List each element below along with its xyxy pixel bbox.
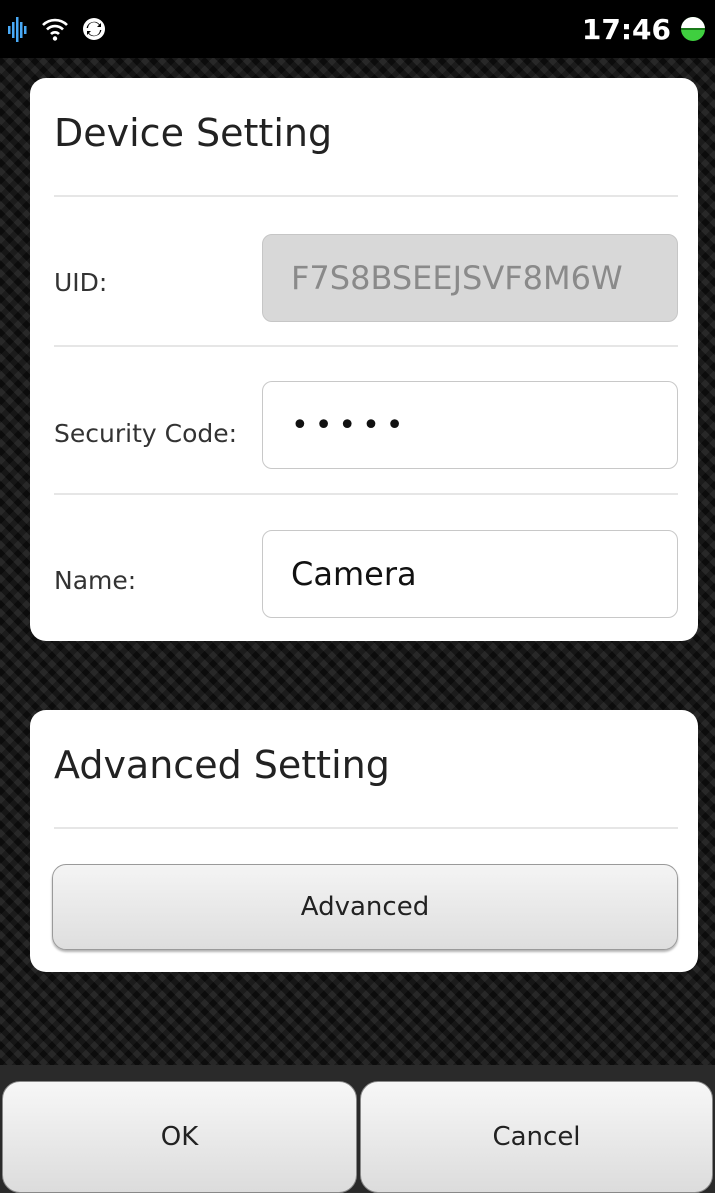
status-icons-left <box>8 14 106 44</box>
device-setting-card: Device Setting UID: Security Code: •••••… <box>30 78 698 641</box>
uid-label: UID: <box>54 268 108 297</box>
divider <box>54 493 678 495</box>
status-bar: 17:46 <box>0 0 715 58</box>
cancel-button[interactable]: Cancel <box>360 1081 713 1193</box>
signal-bars-icon <box>8 14 28 44</box>
security-code-value: ••••• <box>291 407 410 443</box>
divider <box>54 195 678 197</box>
status-icons-right: 17:46 <box>582 13 707 46</box>
advanced-button[interactable]: Advanced <box>52 864 678 950</box>
name-field[interactable] <box>262 530 678 618</box>
divider <box>54 827 678 829</box>
advanced-setting-title: Advanced Setting <box>54 743 390 787</box>
wifi-icon <box>42 16 68 42</box>
device-setting-title: Device Setting <box>54 111 333 155</box>
status-time: 17:46 <box>581 12 671 46</box>
sync-icon <box>82 17 106 41</box>
security-code-field[interactable]: ••••• <box>262 381 678 469</box>
advanced-setting-card: Advanced Setting Advanced <box>30 710 698 972</box>
divider <box>54 345 678 347</box>
security-code-label: Security Code: <box>54 419 238 448</box>
battery-icon <box>679 15 707 43</box>
name-label: Name: <box>54 566 137 595</box>
uid-field[interactable] <box>262 234 678 322</box>
bottom-action-bar: OK Cancel <box>0 1065 715 1193</box>
ok-button[interactable]: OK <box>2 1081 357 1193</box>
